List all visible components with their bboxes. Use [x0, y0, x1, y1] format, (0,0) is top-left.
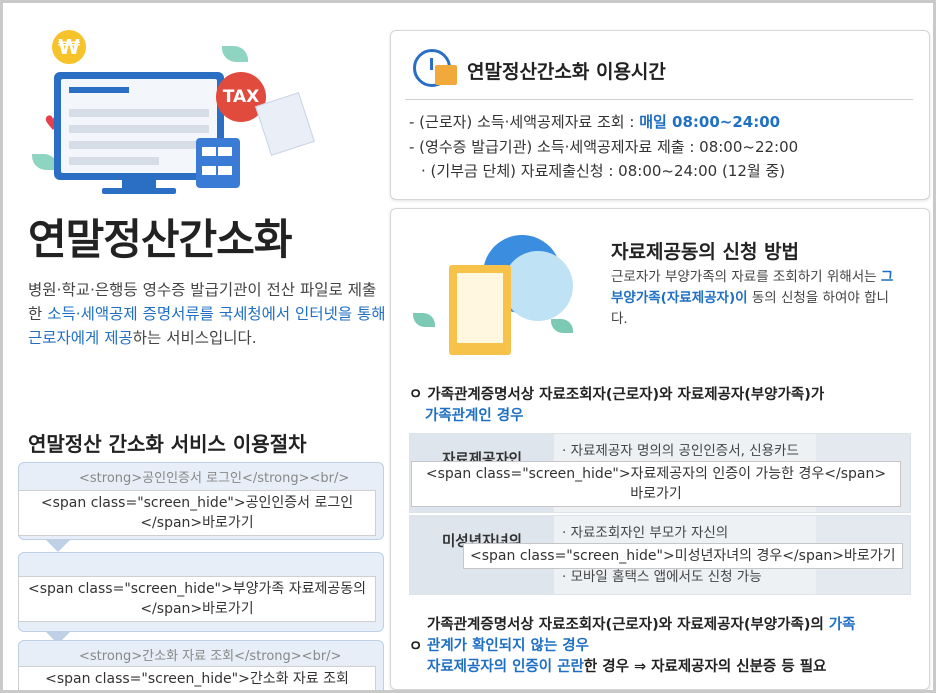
calculator-icon [196, 138, 240, 188]
condition-family: ㅇ 가족관계증명서상 자료조회자(근로자)와 자료제공자(부양가족)가 가족관계… [409, 387, 825, 424]
hero-illustration: ₩ ♥ TAX [30, 28, 330, 198]
document-illustration [413, 235, 583, 365]
leaf-icon [413, 313, 435, 327]
won-coin-icon: ₩ [52, 30, 86, 64]
hours-line-worker: - (근로자) 소득·세액공제자료 조회 : 매일 08:00~24:00 [409, 113, 781, 131]
condition-bullet: ㅇ [409, 639, 423, 655]
hours-title: 연말정산간소화 이용시간 [467, 61, 666, 83]
step-raw-code: <strong>공인인증서 로그인</strong><br/> [79, 471, 350, 486]
consent-method-title: 자료제공동의 신청 방법 [611, 241, 800, 263]
consent-method-card: 자료제공동의 신청 방법 근로자가 부양가족의 자료를 조회하기 위해서는 그 … [390, 208, 930, 690]
row-cell-provider: · 자료제공자 명의의 공인인증서, 신용카드 [562, 443, 799, 459]
condition-not-family: 가족관계증명서상 자료조회자(근로자)와 자료제공자(부양가족)의 가족 관계가… [427, 617, 856, 675]
service-description: 병원·학교·은행등 영수증 발급기관이 전산 파일로 제출한 소득·세액공제 증… [28, 281, 386, 347]
hours-line-donation: · (기부금 단체) 자료제출신청 : 08:00~24:00 (12월 중) [421, 162, 786, 180]
procedure-title: 연말정산 간소화 서비스 이용절차 [28, 432, 307, 456]
page-title: 연말정산간소화 [28, 215, 292, 264]
leaf-icon [551, 319, 573, 333]
consent-shortcut-button[interactable]: <span class="screen_hide">부양가족 자료제공동의 </… [18, 576, 376, 622]
inquiry-shortcut-button[interactable]: <span class="screen_hide">간소화 자료 조회 [18, 666, 376, 692]
hours-card: 연말정산간소화 이용시간 - (근로자) 소득·세액공제자료 조회 : 매일 0… [390, 30, 930, 200]
step-raw-code: <strong>간소화 자료 조회</strong><br/> [79, 649, 342, 664]
arrow-down-icon [46, 540, 70, 552]
calendar-icon [435, 65, 457, 85]
login-shortcut-button[interactable]: <span class="screen_hide">공인인증서 로그인 </sp… [18, 490, 376, 536]
provider-auth-shortcut-button[interactable]: <span class="screen_hide">자료제공자의 인증이 가능한… [411, 461, 901, 507]
minor-child-shortcut-button[interactable]: <span class="screen_hide">미성년자녀의 경우</spa… [463, 543, 903, 569]
hours-line-issuer: - (영수증 발급기관) 소득·세액공제자료 제출 : 08:00~22:00 [409, 138, 799, 156]
consent-method-description: 근로자가 부양가족의 자료를 조회하기 위해서는 그 부양가족(자료제공자)이 … [611, 269, 894, 327]
leaf-icon [222, 46, 248, 62]
